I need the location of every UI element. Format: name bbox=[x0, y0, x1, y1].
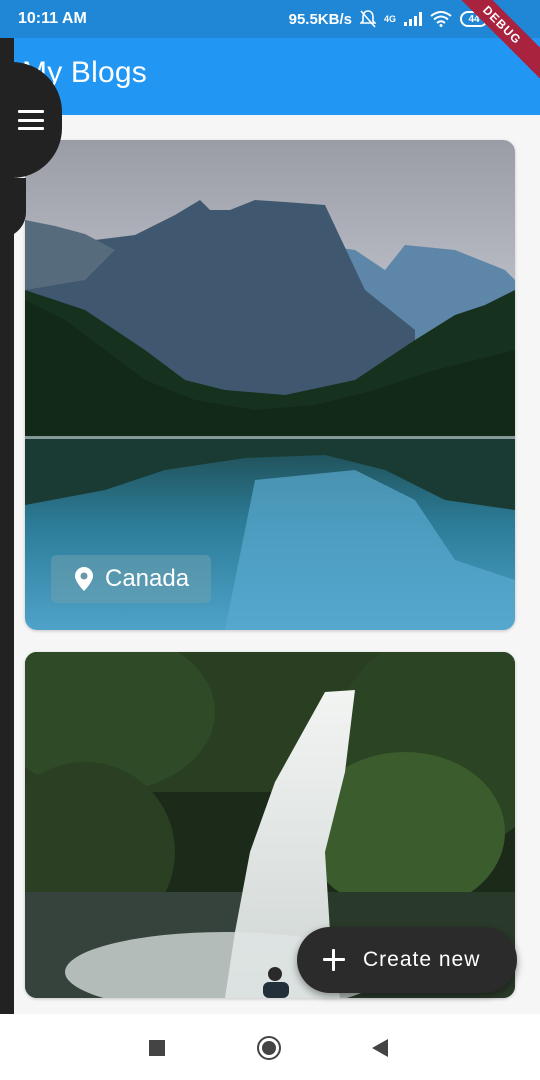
network-type: 4G bbox=[383, 13, 396, 24]
status-bar: 10:11 AM 95.5KB/s 4G 44 bbox=[0, 0, 540, 38]
create-new-button[interactable]: Create new bbox=[297, 927, 517, 993]
plus-icon bbox=[323, 949, 345, 971]
create-new-label: Create new bbox=[363, 948, 481, 971]
recent-apps-icon[interactable] bbox=[149, 1040, 165, 1056]
home-icon[interactable] bbox=[257, 1036, 281, 1060]
map-pin-icon bbox=[75, 567, 93, 591]
system-nav-bar bbox=[0, 1014, 540, 1080]
menu-icon[interactable] bbox=[18, 110, 44, 130]
app-bar: My Blogs bbox=[0, 38, 540, 115]
location-label: Canada bbox=[105, 565, 190, 592]
mute-bell-icon bbox=[359, 10, 376, 28]
network-speed: 95.5KB/s bbox=[288, 10, 352, 28]
back-icon[interactable] bbox=[372, 1039, 388, 1057]
wifi-icon bbox=[430, 11, 452, 27]
blog-card[interactable]: Canada bbox=[25, 140, 515, 630]
location-chip[interactable]: Canada bbox=[51, 555, 212, 603]
status-time: 10:11 AM bbox=[18, 10, 87, 27]
drawer-handle-curve bbox=[0, 178, 26, 238]
signal-icon bbox=[404, 12, 422, 26]
